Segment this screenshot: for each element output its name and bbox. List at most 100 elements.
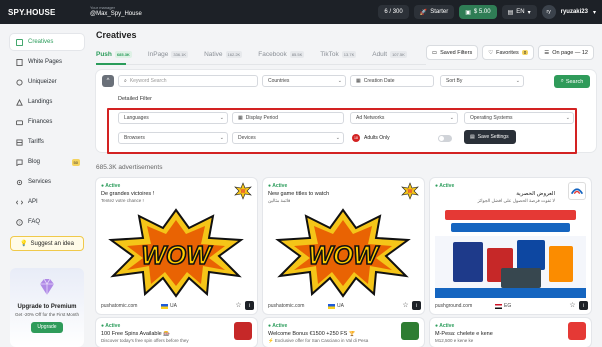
logo[interactable]: SPY.HOUSE bbox=[0, 8, 90, 17]
favorites-button[interactable]: ♡ Favorites 0 bbox=[482, 45, 535, 60]
detailed-filter-label: Detailed Filter bbox=[118, 96, 152, 102]
plan-badge[interactable]: 🚀 Starter bbox=[413, 5, 455, 19]
chevron-down-icon: ▾ bbox=[527, 9, 531, 16]
card-geo: EG bbox=[495, 303, 511, 309]
info-icon[interactable]: i bbox=[579, 301, 588, 310]
avatar[interactable]: ry bbox=[541, 5, 556, 19]
creation-date-input[interactable]: ▦ Creation Date bbox=[350, 75, 434, 87]
tab-facebook[interactable]: Facebook 85.5K bbox=[258, 50, 305, 58]
finances-icon bbox=[16, 119, 23, 125]
card-description: M12,500 e kene ke bbox=[435, 338, 474, 343]
sort-by-select[interactable]: Sort By ⌄ bbox=[440, 75, 524, 87]
suggest-idea-button[interactable]: 💡 Suggest an idea bbox=[10, 236, 84, 251]
card-geo: UA bbox=[161, 303, 177, 309]
sidebar-item-creatives[interactable]: Creatives bbox=[10, 34, 84, 50]
chevron-down-icon: ⌄ bbox=[337, 78, 342, 84]
card-footer: pushatomic.com UA ☆ i bbox=[96, 299, 257, 313]
sidebar-item-api[interactable]: API bbox=[10, 194, 84, 210]
sidebar-item-landings[interactable]: Landings bbox=[10, 94, 84, 110]
sidebar-item-blog[interactable]: Blog 50 bbox=[10, 154, 84, 170]
chevron-down-icon: ⌄ bbox=[515, 78, 520, 84]
saved-filters-button[interactable]: ▭ Saved Filters bbox=[425, 45, 479, 60]
wallet-icon: ▣ bbox=[465, 9, 471, 16]
keyword-search-input[interactable]: ⌕ Keyword Search bbox=[118, 75, 258, 87]
username[interactable]: ryuzaki23 bbox=[561, 9, 588, 15]
sidebar-item-label: Uniqueizer bbox=[28, 79, 57, 85]
promo-creative-image bbox=[435, 206, 586, 298]
wow-thumb-icon: W bbox=[401, 182, 419, 200]
svg-text:WOW: WOW bbox=[308, 240, 380, 270]
card-footer: pushatomic.com UA ☆ i bbox=[263, 299, 424, 313]
balance-button[interactable]: ▣ $ 5.00 bbox=[459, 5, 497, 19]
star-icon[interactable]: ☆ bbox=[568, 301, 577, 310]
tab-inpage[interactable]: InPage 336.1K bbox=[148, 50, 189, 58]
svg-text:WOW: WOW bbox=[141, 240, 213, 270]
tab-adult[interactable]: Adult 107.5K bbox=[372, 50, 407, 58]
search-button[interactable]: ⌕ Search bbox=[554, 75, 590, 88]
sidebar-item-label: Creatives bbox=[28, 39, 54, 45]
manager-info[interactable]: Your manager @Max_Spy_House bbox=[90, 6, 142, 17]
sidebar-item-white-pages[interactable]: White Pages bbox=[10, 54, 84, 70]
sidebar-item-services[interactable]: Services bbox=[10, 174, 84, 190]
white-pages-icon bbox=[16, 58, 23, 66]
card-description: لا تفوت فرصة الحصول على أفضل الجوائز bbox=[477, 198, 555, 203]
premium-promo: Upgrade to Premium Get -20% Off for the … bbox=[10, 268, 84, 347]
calendar-icon: ▦ bbox=[356, 78, 361, 84]
card-domain[interactable]: pushatomic.com bbox=[268, 303, 304, 309]
services-icon bbox=[16, 179, 23, 185]
ad-card[interactable]: ● Active M-Pesa: chelete e kene M12,500 … bbox=[430, 318, 591, 347]
promo-text: Get -20% Off for the First Month bbox=[15, 312, 79, 317]
card-title: De grandes victoires ! bbox=[101, 191, 155, 197]
sidebar-item-finances[interactable]: Finances bbox=[10, 114, 84, 130]
upgrade-button[interactable]: Upgrade bbox=[31, 321, 63, 333]
on-page-select[interactable]: ☰ On page — 12 bbox=[538, 45, 594, 60]
sidebar-item-label: Finances bbox=[28, 119, 53, 125]
ad-card[interactable]: ● Active 100 Free Spins Available 🎰 Disc… bbox=[96, 318, 257, 347]
advertisements-count: 685.3K advertisements bbox=[96, 164, 163, 171]
ad-card[interactable]: ● Active Welcome Bonus €1500 +250 FS 🏆 ⚡… bbox=[263, 318, 424, 347]
logo-text: SPY.HOUSE bbox=[8, 7, 56, 17]
sidebar-item-faq[interactable]: ? FAQ bbox=[10, 214, 84, 230]
ad-card[interactable]: ● Active De grandes victoires ! Tentez v… bbox=[96, 178, 257, 314]
rocket-icon: 🚀 bbox=[419, 9, 428, 16]
card-domain[interactable]: pushground.com bbox=[435, 303, 472, 309]
collapse-filters-button[interactable]: ^ bbox=[102, 75, 114, 87]
top-bar: SPY.HOUSE Your manager @Max_Spy_House 6 … bbox=[0, 0, 602, 24]
wow-creative-image: WOW bbox=[268, 206, 419, 298]
info-icon[interactable]: i bbox=[245, 301, 254, 310]
sidebar-item-label: Landings bbox=[28, 99, 53, 105]
blog-badge: 50 bbox=[71, 158, 80, 166]
status-badge: ● Active bbox=[435, 183, 455, 189]
card-domain[interactable]: pushatomic.com bbox=[101, 303, 137, 309]
ad-card[interactable]: ● Active New game titles to watch قائمة … bbox=[263, 178, 424, 314]
chevron-down-icon[interactable]: ▾ bbox=[593, 9, 596, 16]
card-footer: pushground.com EG ☆ i bbox=[430, 299, 591, 313]
star-icon[interactable]: ☆ bbox=[401, 301, 410, 310]
star-icon[interactable]: ☆ bbox=[234, 301, 243, 310]
sidebar-item-uniqueizer[interactable]: Uniqueizer bbox=[10, 74, 84, 90]
sidebar-item-tariffs[interactable]: Tariffs bbox=[10, 134, 84, 150]
tab-native[interactable]: Native 162.2K bbox=[204, 50, 243, 58]
tab-tiktok[interactable]: TikTok 13.7K bbox=[320, 50, 357, 58]
card-title: العروض الحصرية bbox=[516, 191, 555, 197]
search-icon: ⌕ bbox=[124, 78, 127, 84]
cards-grid: ● Active De grandes victoires ! Tentez v… bbox=[96, 178, 602, 347]
tab-push[interactable]: Push 685.3K bbox=[96, 50, 132, 58]
sidebar: Creatives White Pages Uniqueizer Landing… bbox=[0, 24, 90, 347]
language-select[interactable]: ▤ EN ▾ bbox=[501, 5, 537, 19]
status-badge: ● Active bbox=[101, 323, 121, 329]
status-badge: ● Active bbox=[101, 183, 121, 189]
api-icon bbox=[16, 199, 23, 205]
card-description: قائمة مثالين bbox=[268, 198, 291, 203]
info-icon[interactable]: i bbox=[412, 301, 421, 310]
store-logo-icon bbox=[568, 182, 586, 200]
ad-card[interactable]: ● Active العروض الحصرية لا تفوت فرصة الح… bbox=[430, 178, 591, 314]
countries-select[interactable]: Countries ⌄ bbox=[262, 75, 346, 87]
sidebar-item-label: Tariffs bbox=[28, 139, 44, 145]
wow-creative-image: WOW bbox=[101, 206, 252, 298]
svg-text:W: W bbox=[408, 189, 413, 195]
blog-icon bbox=[16, 158, 23, 166]
card-title: M-Pesa: chelete e kene bbox=[435, 331, 493, 337]
card-description: ⚡ Exclusive offer for San Casciano in Va… bbox=[268, 338, 369, 343]
tabs: Push 685.3K InPage 336.1K Native 162.2K Fac… bbox=[96, 47, 436, 61]
